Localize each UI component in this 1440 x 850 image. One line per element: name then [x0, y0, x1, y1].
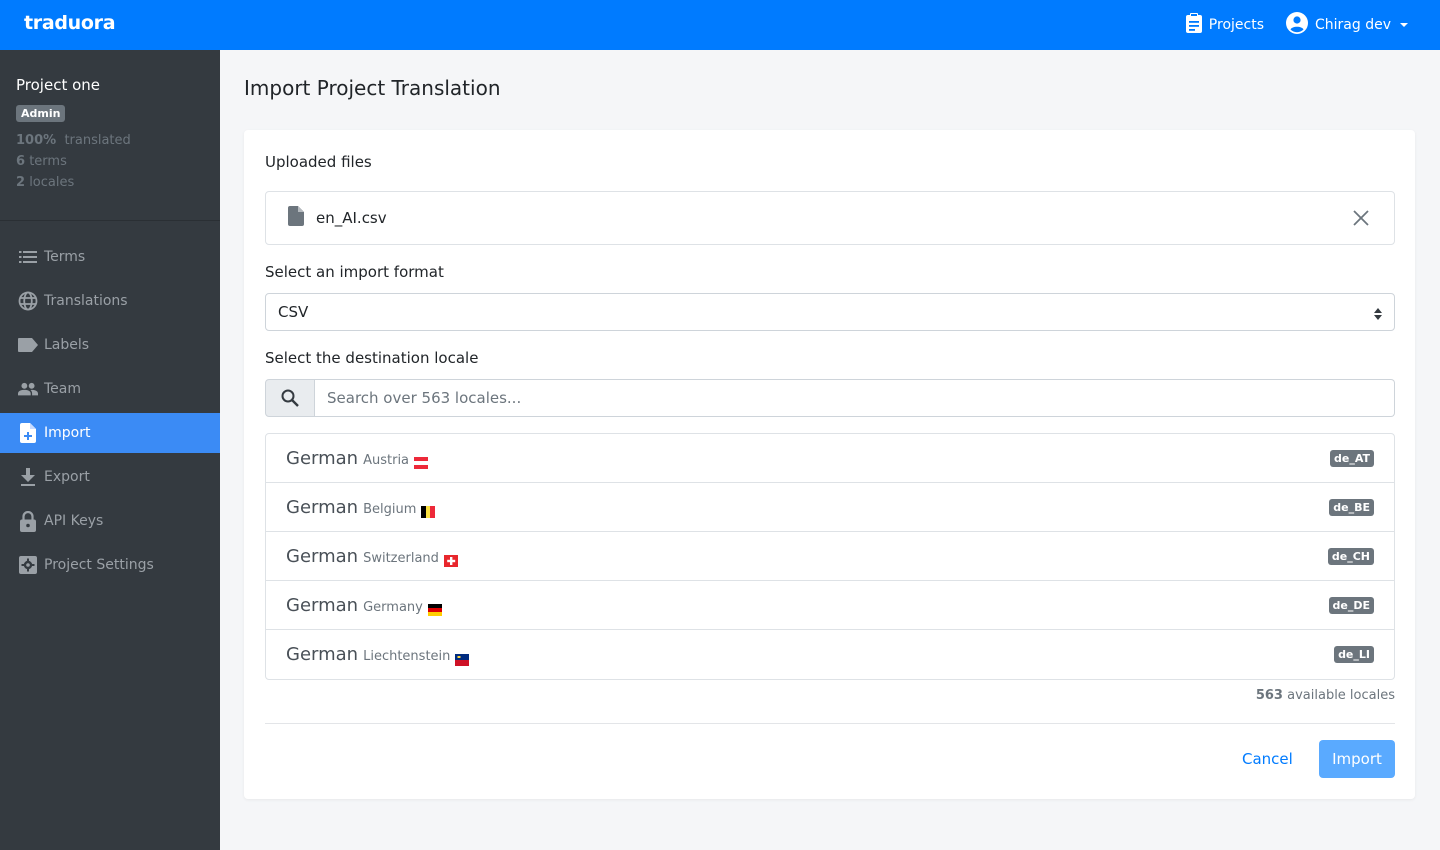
locale-item-de-at[interactable]: German Austria de_AT: [266, 434, 1394, 483]
uploaded-files-label: Uploaded files: [265, 153, 372, 171]
locale-language: German: [286, 594, 359, 616]
locales-count: 2: [16, 175, 26, 190]
globe-icon: [18, 291, 38, 311]
sidebar-item-api-keys[interactable]: API Keys: [0, 501, 220, 541]
locale-search-input[interactable]: [315, 379, 1395, 417]
sidebar-item-import[interactable]: Import: [0, 413, 220, 453]
import-format-select[interactable]: CSV: [265, 293, 1395, 331]
file-icon: [288, 206, 304, 230]
sidebar-item-label: Team: [44, 381, 82, 397]
terms-label: terms: [29, 154, 67, 169]
projects-link[interactable]: Projects: [1185, 13, 1264, 37]
locale-region: Switzerland: [363, 550, 439, 566]
top-navbar: traduora Projects Chirag dev: [0, 0, 1440, 50]
projects-label: Projects: [1208, 17, 1264, 33]
locale-list: German Austria de_AT German Belgium de_B…: [265, 433, 1395, 680]
main-content: Import Project Translation Uploaded file…: [220, 50, 1440, 850]
locale-language: German: [286, 496, 359, 518]
locale-item-de-ch[interactable]: German Switzerland de_CH: [266, 532, 1394, 581]
locale-code-badge: de_CH: [1327, 548, 1374, 565]
flag-austria-icon: [414, 454, 429, 469]
flag-liechtenstein-icon: [455, 651, 470, 666]
file-plus-icon: [18, 423, 38, 443]
terms-count: 6: [16, 154, 26, 169]
divider: [265, 723, 1395, 724]
people-icon: [18, 379, 38, 399]
sidebar-menu: Terms Translations Labels Team Import Ex…: [0, 237, 220, 585]
uploaded-file: en_AI.csv: [265, 191, 1395, 245]
project-name: Project one: [16, 76, 101, 94]
sidebar-item-label: Import: [44, 425, 91, 441]
locale-region: Liechtenstein: [363, 649, 451, 664]
cancel-button[interactable]: Cancel: [1242, 740, 1293, 778]
project-summary: Project one Admin 100% translated 6 term…: [0, 50, 220, 221]
search-icon: [265, 379, 315, 417]
sidebar-item-label: API Keys: [44, 513, 104, 529]
clipboard-icon: [1185, 13, 1202, 37]
brand-logo[interactable]: traduora: [24, 12, 116, 34]
page-title: Import Project Translation: [244, 76, 501, 100]
user-menu[interactable]: Chirag dev: [1286, 12, 1408, 38]
sidebar-item-team[interactable]: Team: [0, 369, 220, 409]
flag-germany-icon: [427, 601, 442, 616]
sidebar-item-label: Export: [44, 469, 90, 485]
stat-locales: 2 locales: [16, 172, 204, 193]
import-format-value: CSV: [278, 303, 309, 321]
role-badge: Admin: [16, 105, 66, 122]
flag-switzerland-icon: [443, 552, 458, 567]
list-icon: [18, 247, 38, 267]
destination-locale-label: Select the destination locale: [265, 349, 479, 367]
available-locales-count: 563 available locales: [1256, 688, 1395, 703]
sidebar: Project one Admin 100% translated 6 term…: [0, 50, 220, 850]
stat-translated: 100% translated: [16, 130, 204, 151]
caret-down-icon: [1400, 23, 1408, 27]
locale-region: Germany: [363, 599, 423, 615]
lock-icon: [18, 510, 38, 532]
available-label: available locales: [1287, 688, 1395, 703]
locales-label: locales: [29, 175, 75, 190]
sidebar-item-labels[interactable]: Labels: [0, 325, 220, 365]
locale-region: Belgium: [363, 501, 417, 517]
file-name: en_AI.csv: [316, 209, 387, 227]
user-name: Chirag dev: [1315, 17, 1391, 33]
locale-region: Austria: [363, 452, 410, 468]
account-circle-icon: [1286, 12, 1308, 38]
locale-item-de-be[interactable]: German Belgium de_BE: [266, 483, 1394, 532]
import-button[interactable]: Import: [1319, 740, 1395, 778]
sidebar-item-label: Project Settings: [44, 557, 154, 573]
sidebar-item-project-settings[interactable]: Project Settings: [0, 545, 220, 585]
navbar-right: Projects Chirag dev: [1185, 0, 1408, 50]
translated-label: translated: [64, 133, 131, 148]
download-icon: [18, 467, 38, 487]
locale-code-badge: de_LI: [1334, 646, 1374, 663]
locale-language: German: [286, 644, 359, 665]
locale-code-badge: de_BE: [1329, 499, 1374, 516]
locale-search-group: [265, 379, 1395, 417]
label-icon: [18, 335, 38, 355]
flag-belgium-icon: [421, 503, 436, 518]
stat-terms: 6 terms: [16, 151, 204, 172]
close-icon: [1353, 210, 1369, 226]
locale-language: German: [286, 545, 359, 567]
locale-language: German: [286, 447, 359, 469]
import-card: Uploaded files en_AI.csv Select an impor…: [244, 130, 1415, 799]
locale-code-badge: de_AT: [1330, 450, 1374, 467]
translated-pct: 100%: [16, 133, 57, 148]
locale-item-de-de[interactable]: German Germany de_DE: [266, 581, 1394, 630]
sidebar-item-label: Translations: [44, 293, 128, 309]
select-arrows-icon: [1374, 306, 1382, 324]
sidebar-item-translations[interactable]: Translations: [0, 281, 220, 321]
gear-icon: [18, 555, 38, 575]
sidebar-item-terms[interactable]: Terms: [0, 237, 220, 277]
import-format-label: Select an import format: [265, 263, 444, 281]
locale-code-badge: de_DE: [1328, 597, 1374, 614]
sidebar-item-label: Terms: [44, 249, 86, 265]
remove-file-button[interactable]: [1350, 207, 1372, 229]
sidebar-item-label: Labels: [44, 337, 90, 353]
sidebar-item-export[interactable]: Export: [0, 457, 220, 497]
available-count: 563: [1255, 688, 1283, 703]
locale-item-de-li[interactable]: German Liechtenstein de_LI: [266, 630, 1394, 679]
